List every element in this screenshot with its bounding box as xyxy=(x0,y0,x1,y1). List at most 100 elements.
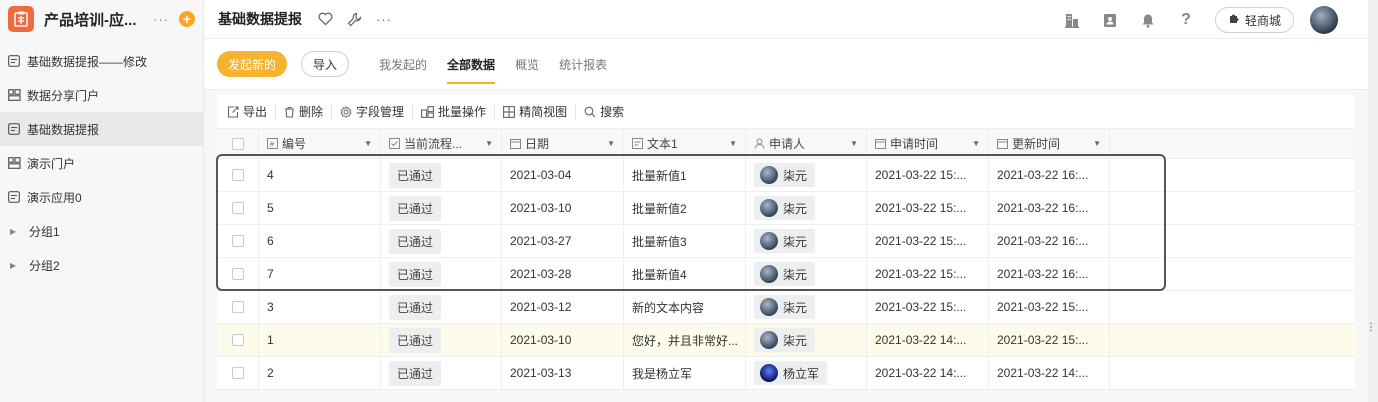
cell-updated-time: 2021-03-22 15:... xyxy=(989,324,1110,356)
sort-down-icon[interactable]: ▼ xyxy=(729,139,737,148)
table-row[interactable]: 4 已通过 2021-03-04 批量新值1 柒元 2021-03-22 15:... 20… xyxy=(217,159,1355,192)
table-row[interactable]: 3 已通过 2021-03-12 新的文本内容 柒元 2021-03-22 15:... 2… xyxy=(217,291,1355,324)
table-row[interactable]: 6 已通过 2021-03-27 批量新值3 柒元 2021-03-22 15:... 20… xyxy=(217,225,1355,258)
compact-view-button[interactable]: 精简视图 xyxy=(503,103,577,120)
cell-updated-text: 2021-03-22 15:... xyxy=(997,300,1089,314)
app-title[interactable]: 产品培训-应... xyxy=(44,9,153,30)
batch-action-button[interactable]: 批量操作 xyxy=(421,103,496,120)
wrench-icon[interactable] xyxy=(347,12,362,27)
field-manage-button[interactable]: 字段管理 xyxy=(340,103,414,120)
row-checkbox[interactable] xyxy=(231,334,244,346)
user-name: 柒元 xyxy=(783,267,808,282)
sidebar-item-demo-portal[interactable]: 演示门户 xyxy=(0,146,203,180)
user-chip[interactable]: 柒元 xyxy=(754,328,816,352)
col-header-applied-time[interactable]: 申请时间 ▼ xyxy=(867,129,989,158)
user-name: 柒元 xyxy=(783,234,808,249)
help-icon[interactable]: ? xyxy=(1177,11,1195,29)
mall-button[interactable]: 轻商城 xyxy=(1214,7,1294,33)
table-header-row: # 编号 ▼ 当前流程... ▼ 日期 ▼ 文本1 ▼ 申请人 ▼ 申请时间 ▼ 更新时间 ▼ xyxy=(217,129,1355,159)
cell-date: 2021-03-10 xyxy=(502,192,624,224)
cell-updated-text: 2021-03-22 14:... xyxy=(997,366,1089,380)
col-header-id[interactable]: # 编号 ▼ xyxy=(259,129,381,158)
building-icon[interactable] xyxy=(1063,11,1081,29)
tab-reports[interactable]: 统计报表 xyxy=(559,38,607,90)
tab-overview[interactable]: 概览 xyxy=(515,38,539,90)
puzzle-icon xyxy=(1228,13,1240,28)
table-row[interactable]: 2 已通过 2021-03-13 我是杨立军 杨立军 2021-03-22 14:... 2… xyxy=(217,357,1355,390)
trash-icon xyxy=(284,106,295,118)
user-chip[interactable]: 柒元 xyxy=(754,229,816,253)
user-chip[interactable]: 柒元 xyxy=(754,295,816,319)
cell-id: 6 xyxy=(259,225,381,257)
col-header-status[interactable]: 当前流程... ▼ xyxy=(381,129,502,158)
cell-text-value: 新的文本内容 xyxy=(632,300,705,315)
grid-icon xyxy=(503,105,516,118)
cell-id: 2 xyxy=(259,357,381,389)
col-header-updated-time[interactable]: 更新时间 ▼ xyxy=(989,129,1110,158)
cell-applicant: 柒元 xyxy=(746,192,867,224)
new-submission-button[interactable]: 发起新的 xyxy=(217,51,288,77)
compact-view-label: 精简视图 xyxy=(519,105,568,119)
table-toolbar: 导出 删除 字段管理 批量操作 精简视图 搜索 xyxy=(217,95,1355,129)
status-badge: 已通过 xyxy=(389,261,442,287)
sort-down-icon[interactable]: ▼ xyxy=(850,139,858,148)
sidebar-group-2[interactable]: ▶ 分组2 xyxy=(0,248,203,282)
row-checkbox[interactable] xyxy=(231,268,244,280)
search-label: 搜索 xyxy=(600,105,625,119)
user-chip[interactable]: 柒元 xyxy=(754,196,816,220)
row-checkbox[interactable] xyxy=(231,235,244,247)
user-chip[interactable]: 柒元 xyxy=(754,163,816,187)
batch-action-label: 批量操作 xyxy=(438,105,487,119)
sidebar-item-demo-app[interactable]: 演示应用0 xyxy=(0,180,203,214)
cell-applied-text: 2021-03-22 15:... xyxy=(875,267,967,281)
add-page-icon[interactable]: + xyxy=(179,11,195,27)
status-badge: 已通过 xyxy=(389,195,442,221)
sidebar-item-form[interactable]: 基础数据提报 xyxy=(0,112,203,146)
sort-down-icon[interactable]: ▼ xyxy=(364,139,372,148)
status-badge: 已通过 xyxy=(389,162,442,188)
sort-down-icon[interactable]: ▼ xyxy=(485,139,493,148)
cell-status: 已通过 xyxy=(381,225,502,257)
resize-handle-icon[interactable]: ⋮ xyxy=(1366,322,1376,333)
contacts-icon[interactable] xyxy=(1101,11,1119,29)
heart-icon[interactable] xyxy=(318,12,333,26)
sort-down-icon[interactable]: ▼ xyxy=(607,139,615,148)
search-button[interactable]: 搜索 xyxy=(584,104,632,120)
import-button[interactable]: 导入 xyxy=(301,51,350,77)
col-header-date[interactable]: 日期 ▼ xyxy=(502,129,624,158)
user-chip[interactable]: 柒元 xyxy=(754,262,816,286)
row-checkbox[interactable] xyxy=(231,202,244,214)
row-checkbox[interactable] xyxy=(231,301,244,313)
row-checkbox[interactable] xyxy=(231,169,244,181)
caret-right-icon: ▶ xyxy=(10,260,17,270)
sort-down-icon[interactable]: ▼ xyxy=(1093,139,1101,148)
cell-empty xyxy=(1110,324,1355,356)
cell-updated-text: 2021-03-22 15:... xyxy=(997,333,1089,347)
cell-text: 批量新值1 xyxy=(624,159,746,191)
cell-text: 批量新值2 xyxy=(624,192,746,224)
col-header-applicant[interactable]: 申请人 ▼ xyxy=(746,129,867,158)
table-row[interactable]: 1 已通过 2021-03-10 您好，并且非常好... 柒元 2021-03-22 14… xyxy=(217,324,1355,357)
app-more-icon[interactable]: ··· xyxy=(153,12,169,27)
col-header-text[interactable]: 文本1 ▼ xyxy=(624,129,746,158)
user-avatar[interactable] xyxy=(1310,6,1338,34)
tab-all-data[interactable]: 全部数据 xyxy=(447,38,496,90)
select-all-checkbox[interactable] xyxy=(231,137,244,150)
more-icon[interactable]: ··· xyxy=(376,12,392,27)
cell-text-value: 您好，并且非常好... xyxy=(632,333,739,348)
sidebar-item-share-portal[interactable]: 数据分享门户 xyxy=(0,78,203,112)
table-row[interactable]: 5 已通过 2021-03-10 批量新值2 柒元 2021-03-22 15:... 20… xyxy=(217,192,1355,225)
sidebar-item-form-edit[interactable]: 基础数据提报——修改 xyxy=(0,44,203,78)
sort-down-icon[interactable]: ▼ xyxy=(972,139,980,148)
user-chip[interactable]: 杨立军 xyxy=(754,361,828,385)
bell-icon[interactable] xyxy=(1139,11,1157,29)
delete-button[interactable]: 删除 xyxy=(284,103,333,120)
cell-id-text: 3 xyxy=(267,300,274,314)
export-button[interactable]: 导出 xyxy=(227,103,277,120)
tab-my-submissions[interactable]: 我发起的 xyxy=(379,38,427,90)
row-checkbox[interactable] xyxy=(231,367,244,379)
cell-id-text: 2 xyxy=(267,366,274,380)
table-row[interactable]: 7 已通过 2021-03-28 批量新值4 柒元 2021-03-22 15:... 20… xyxy=(217,258,1355,291)
cell-applicant: 柒元 xyxy=(746,225,867,257)
sidebar-group-1[interactable]: ▶ 分组1 xyxy=(0,214,203,248)
